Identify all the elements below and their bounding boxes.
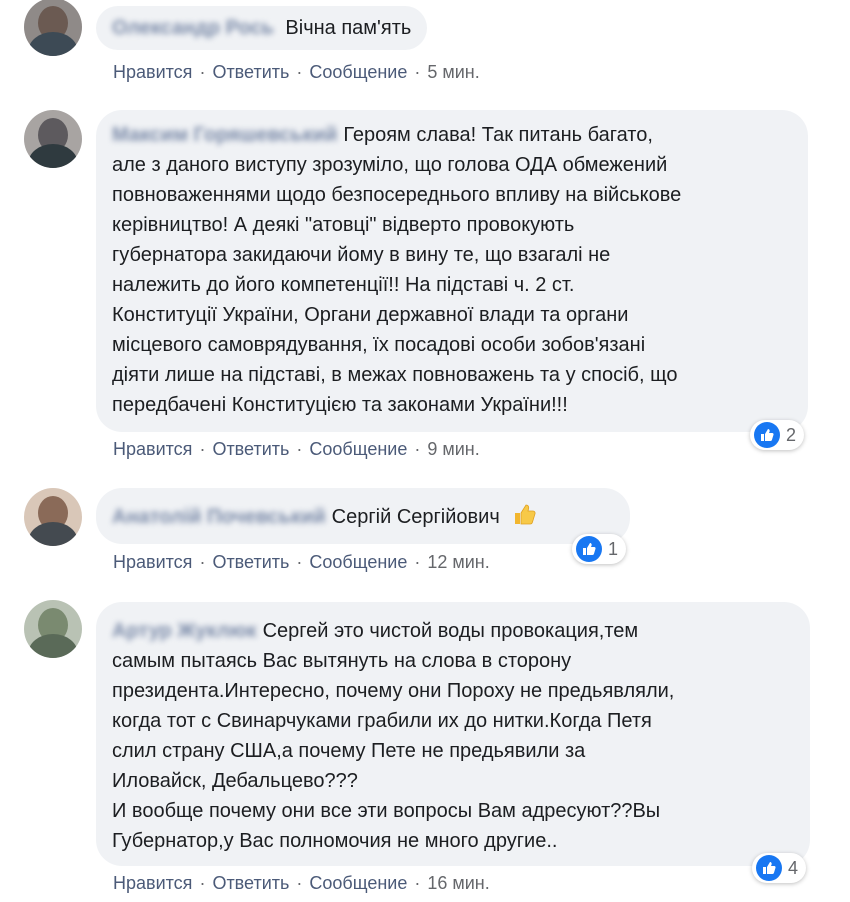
reaction-count: 4 <box>788 857 799 878</box>
timestamp[interactable]: 5 мин. <box>427 62 479 83</box>
like-link[interactable]: Нравится <box>113 552 192 573</box>
avatar[interactable] <box>24 600 82 658</box>
separator: · <box>199 873 206 893</box>
separator: · <box>199 439 206 459</box>
separator: · <box>296 439 303 459</box>
reaction-count: 2 <box>786 424 797 445</box>
separator: · <box>296 873 303 893</box>
like-link[interactable]: Нравится <box>113 439 192 460</box>
comment-author[interactable]: Максим Горяшевський <box>112 120 337 150</box>
separator: · <box>414 439 421 459</box>
reply-link[interactable]: Ответить <box>212 439 289 460</box>
separator: · <box>414 552 421 572</box>
message-link[interactable]: Сообщение <box>309 62 407 83</box>
reaction-count: 1 <box>608 538 619 559</box>
comment-text: Вічна пам'ять <box>285 17 412 39</box>
thumbs-up-icon <box>576 536 602 562</box>
avatar[interactable] <box>24 0 82 56</box>
separator: · <box>296 62 303 82</box>
separator: · <box>414 873 421 893</box>
avatar[interactable] <box>24 110 82 168</box>
message-link[interactable]: Сообщение <box>309 439 407 460</box>
message-link[interactable]: Сообщение <box>309 552 407 573</box>
comment-text: Сергій Сергійович <box>331 506 500 528</box>
comment-bubble: Олександр Рось Вічна пам'ять <box>96 6 428 50</box>
separator: · <box>199 552 206 572</box>
message-link[interactable]: Сообщение <box>309 873 407 894</box>
thumbs-up-icon <box>754 422 780 448</box>
comment-bubble: Анатолій Почевський Сергій Сергійович <box>96 488 630 544</box>
comment-actions: Нравится · Ответить · Сообщение · 9 мин. <box>113 439 480 460</box>
comment-author[interactable]: Артур Жуклюк <box>112 616 257 646</box>
comment-actions: Нравится · Ответить · Сообщение · 16 мин. <box>113 873 490 894</box>
thumbs-up-icon <box>756 855 782 881</box>
comment-author[interactable]: Анатолій Почевський <box>112 502 326 532</box>
reaction-summary[interactable]: 1 <box>572 534 627 564</box>
reaction-summary[interactable]: 2 <box>750 420 805 450</box>
reply-link[interactable]: Ответить <box>212 873 289 894</box>
thumbs-up-emoji <box>511 501 537 536</box>
timestamp[interactable]: 12 мин. <box>427 552 489 573</box>
like-link[interactable]: Нравится <box>113 62 192 83</box>
reply-link[interactable]: Ответить <box>212 552 289 573</box>
separator: · <box>414 62 421 82</box>
comment-actions: Нравится · Ответить · Сообщение · 5 мин. <box>113 62 480 83</box>
like-link[interactable]: Нравится <box>113 873 192 894</box>
separator: · <box>296 552 303 572</box>
comment-actions: Нравится · Ответить · Сообщение · 12 мин. <box>113 552 490 573</box>
avatar[interactable] <box>24 488 82 546</box>
reply-link[interactable]: Ответить <box>212 62 289 83</box>
comment-text: Сергей это чистой воды провокация,тем са… <box>112 620 675 852</box>
comment-author[interactable]: Олександр Рось <box>112 13 274 43</box>
timestamp[interactable]: 16 мин. <box>427 873 489 894</box>
comment-text: Героям слава! Так питань багато, але з д… <box>112 124 682 416</box>
reaction-summary[interactable]: 4 <box>752 853 807 883</box>
comment-bubble: Максим Горяшевський Героям слава! Так пит… <box>96 110 808 432</box>
timestamp[interactable]: 9 мин. <box>427 439 479 460</box>
comment-bubble: Артур Жуклюк Сергей это чистой воды прово… <box>96 602 810 866</box>
separator: · <box>199 62 206 82</box>
